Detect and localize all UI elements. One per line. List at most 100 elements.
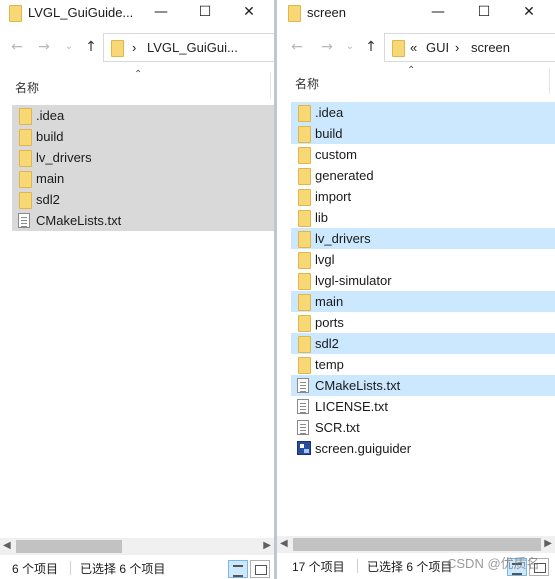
folder-icon bbox=[18, 150, 32, 167]
scroll-left-arrow-icon[interactable]: ◀ bbox=[3, 540, 11, 551]
large-icons-view-button[interactable] bbox=[250, 560, 270, 578]
chevron-down-icon[interactable]: ⌄ bbox=[341, 36, 359, 58]
maximize-button[interactable]: ☐ bbox=[463, 0, 505, 24]
window-title: LVGL_GuiGuide... bbox=[28, 5, 134, 20]
column-divider[interactable] bbox=[549, 68, 550, 94]
title-bar: screen — ☐ ✕ bbox=[277, 0, 555, 26]
status-bar: 6 个项目 已选择 6 个项目 bbox=[0, 555, 274, 579]
file-name: sdl2 bbox=[36, 192, 60, 207]
file-row[interactable]: lvgl bbox=[291, 249, 555, 270]
file-name: lv_drivers bbox=[36, 150, 92, 165]
file-name: lib bbox=[315, 210, 329, 225]
breadcrumb-item[interactable]: GUI bbox=[426, 40, 449, 55]
scroll-right-arrow-icon[interactable]: ▶ bbox=[544, 538, 552, 549]
file-row[interactable]: lv_drivers bbox=[291, 228, 555, 249]
up-arrow-icon[interactable]: ↑ bbox=[362, 36, 380, 58]
navigation-bar: ← → ⌄ ↑ « GUI › screen bbox=[277, 32, 555, 62]
file-name: sdl2 bbox=[315, 336, 339, 351]
file-name: build bbox=[315, 126, 343, 141]
file-row[interactable]: generated bbox=[291, 165, 555, 186]
folder-icon bbox=[297, 168, 311, 185]
folder-icon bbox=[297, 357, 311, 374]
file-row[interactable]: lv_drivers bbox=[12, 147, 274, 168]
file-row[interactable]: screen.guiguider bbox=[291, 438, 555, 459]
column-name-header[interactable]: 名称 bbox=[15, 79, 39, 96]
folder-icon bbox=[391, 40, 405, 57]
sort-up-icon: ⌃ bbox=[407, 65, 416, 76]
file-list: .idea build lv_driversmain sdl2 CMakeLists.t… bbox=[12, 105, 274, 231]
file-row[interactable]: main bbox=[12, 168, 274, 189]
folder-icon bbox=[18, 192, 32, 209]
address-bar[interactable]: › LVGL_GuiGui... bbox=[103, 33, 274, 62]
file-row[interactable]: ports bbox=[291, 312, 555, 333]
file-row[interactable]: LICENSE.txt bbox=[291, 396, 555, 417]
file-name: .idea bbox=[36, 108, 65, 123]
close-button[interactable]: ✕ bbox=[508, 0, 550, 24]
breadcrumb-overflow-icon[interactable]: « bbox=[410, 40, 417, 55]
file-row[interactable]: .idea bbox=[291, 102, 555, 123]
address-bar[interactable]: « GUI › screen bbox=[384, 33, 555, 62]
file-row[interactable]: custom bbox=[291, 144, 555, 165]
file-row[interactable]: sdl2 bbox=[291, 333, 555, 354]
file-row[interactable]: .idea bbox=[12, 105, 274, 126]
file-name: CMakeLists.txt bbox=[315, 378, 401, 393]
file-name: CMakeLists.txt bbox=[36, 213, 122, 228]
explorer-window-left: LVGL_GuiGuide... — ☐ ✕ ← → ⌄ ↑ › LVGL_Gu… bbox=[0, 0, 274, 579]
chevron-down-icon[interactable]: ⌄ bbox=[60, 36, 78, 58]
column-divider[interactable] bbox=[270, 72, 271, 98]
horizontal-scrollbar[interactable]: ◀ ▶ bbox=[277, 536, 555, 553]
column-name-header[interactable]: 名称 bbox=[295, 75, 319, 92]
file-row[interactable]: SCR.txt bbox=[291, 417, 555, 438]
file-row[interactable]: CMakeLists.txt bbox=[291, 375, 555, 396]
forward-arrow-icon[interactable]: → bbox=[35, 36, 53, 58]
sort-up-icon: ⌃ bbox=[134, 69, 143, 80]
file-row[interactable]: main bbox=[291, 291, 555, 312]
file-row[interactable]: temp bbox=[291, 354, 555, 375]
back-arrow-icon[interactable]: ← bbox=[8, 36, 26, 58]
up-arrow-icon[interactable]: ↑ bbox=[82, 36, 100, 58]
minimize-button[interactable]: — bbox=[140, 0, 182, 24]
file-list: .idea build custom generated import lib lv_dri… bbox=[291, 102, 555, 459]
file-row[interactable]: sdl2 bbox=[12, 189, 274, 210]
scroll-left-arrow-icon[interactable]: ◀ bbox=[280, 538, 288, 549]
file-name: main bbox=[36, 171, 65, 186]
file-name: screen.guiguider bbox=[315, 441, 412, 456]
folder-icon bbox=[297, 294, 311, 311]
folder-icon bbox=[110, 40, 124, 57]
folder-icon bbox=[18, 108, 32, 125]
back-arrow-icon[interactable]: ← bbox=[288, 36, 306, 58]
file-name: lvgl-simulator bbox=[315, 273, 392, 288]
folder-icon bbox=[297, 273, 311, 290]
folder-icon bbox=[297, 189, 311, 206]
file-row[interactable]: import bbox=[291, 186, 555, 207]
folder-icon bbox=[287, 5, 301, 22]
maximize-button[interactable]: ☐ bbox=[184, 0, 226, 24]
folder-icon bbox=[297, 336, 311, 353]
horizontal-scrollbar[interactable]: ◀ ▶ bbox=[0, 538, 274, 555]
folder-icon bbox=[297, 231, 311, 248]
file-name: import bbox=[315, 189, 352, 204]
explorer-window-right: screen — ☐ ✕ ← → ⌄ ↑ « GUI › screen ⌃ 名称… bbox=[277, 0, 555, 579]
close-button[interactable]: ✕ bbox=[228, 0, 270, 24]
breadcrumb-item[interactable]: LVGL_GuiGui... bbox=[147, 40, 238, 55]
folder-icon bbox=[297, 105, 311, 122]
file-row[interactable]: lib bbox=[291, 207, 555, 228]
text-file-icon bbox=[297, 399, 309, 414]
window-title: screen bbox=[307, 5, 347, 20]
scroll-right-arrow-icon[interactable]: ▶ bbox=[263, 540, 271, 551]
separator bbox=[70, 561, 71, 575]
file-row[interactable]: build bbox=[12, 126, 274, 147]
minimize-button[interactable]: — bbox=[417, 0, 459, 24]
file-row[interactable]: CMakeLists.txt bbox=[12, 210, 274, 231]
file-row[interactable]: build bbox=[291, 123, 555, 144]
details-view-button[interactable] bbox=[228, 560, 248, 578]
breadcrumb-item[interactable]: screen bbox=[471, 40, 510, 55]
scrollbar-thumb[interactable] bbox=[293, 538, 541, 551]
file-name: main bbox=[315, 294, 344, 309]
selected-count: 已选择 6 个项目 bbox=[367, 560, 453, 574]
folder-icon bbox=[18, 129, 32, 146]
scrollbar-thumb[interactable] bbox=[16, 540, 122, 553]
file-row[interactable]: lvgl-simulator bbox=[291, 270, 555, 291]
folder-icon bbox=[297, 252, 311, 269]
forward-arrow-icon[interactable]: → bbox=[318, 36, 336, 58]
